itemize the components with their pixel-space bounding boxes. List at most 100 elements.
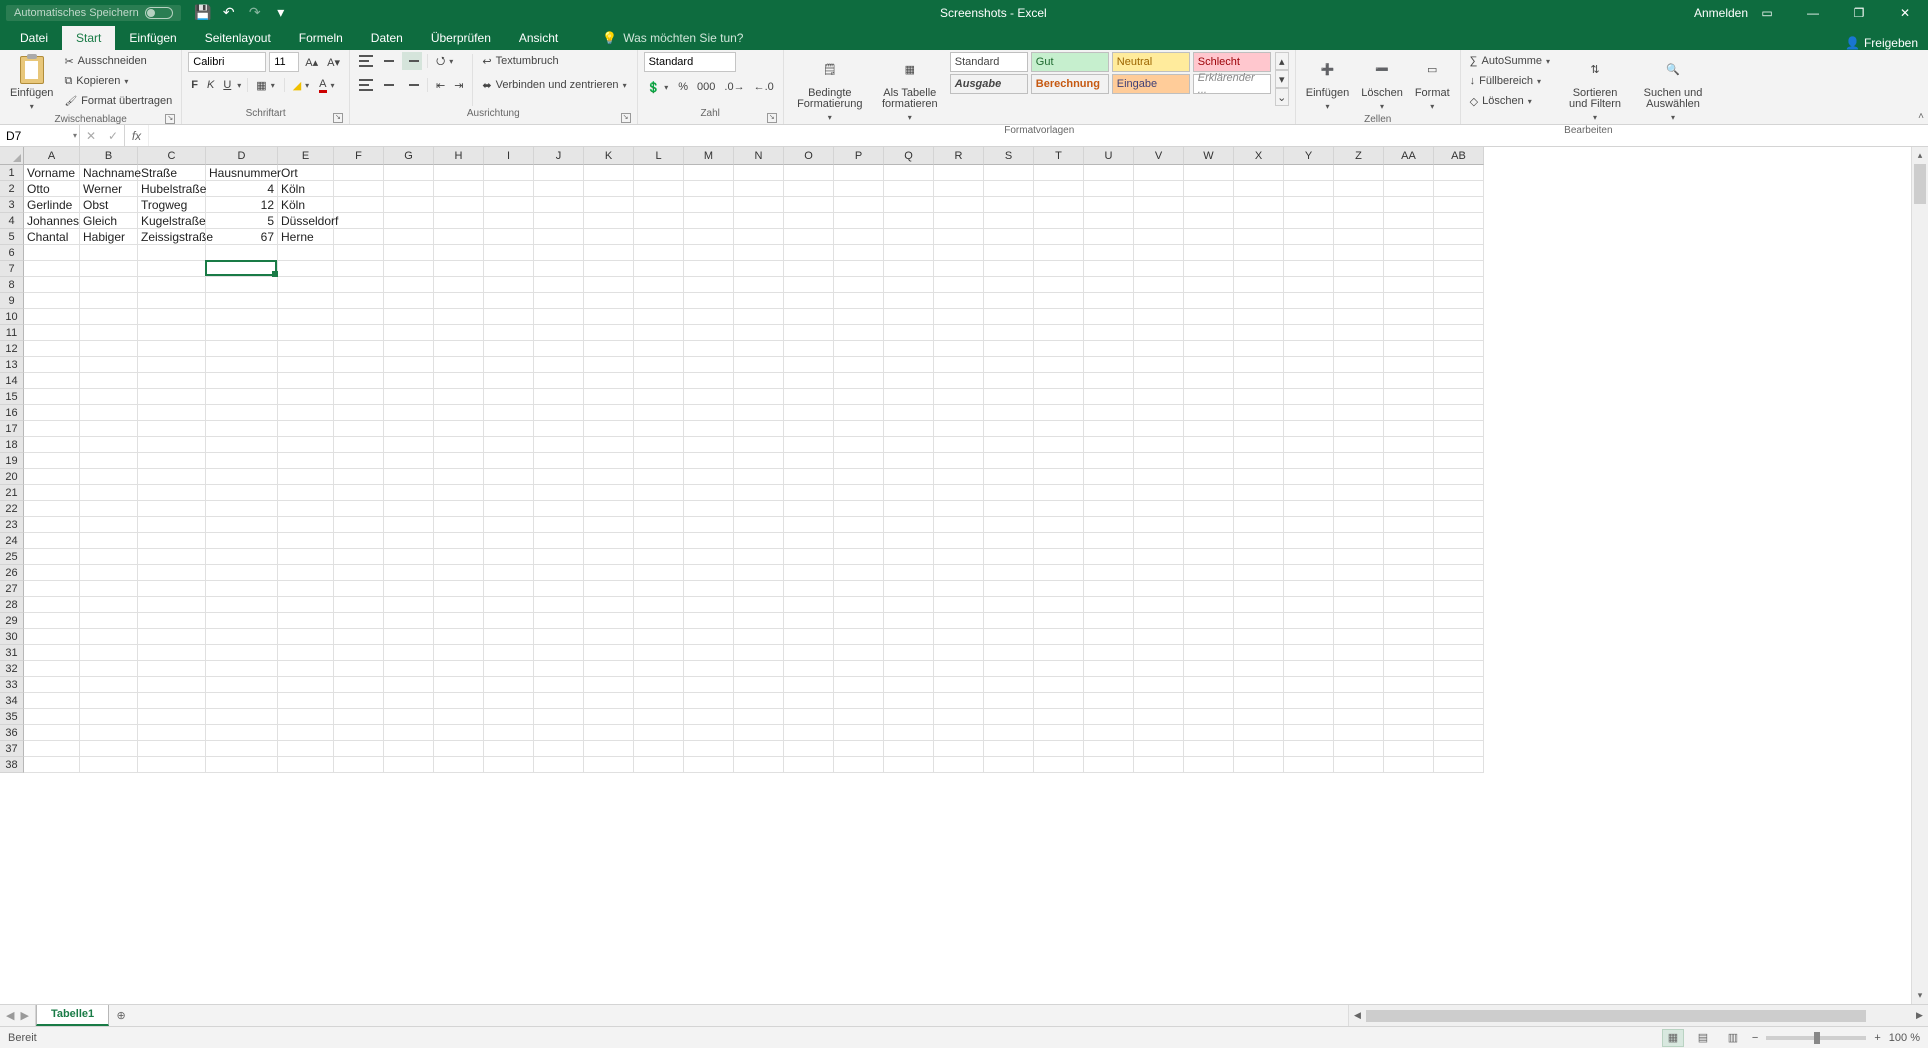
cell[interactable]: Nachname	[80, 165, 138, 181]
cell[interactable]	[80, 629, 138, 645]
cell[interactable]	[884, 373, 934, 389]
cell[interactable]	[734, 229, 784, 245]
cell[interactable]	[1434, 581, 1484, 597]
cell[interactable]	[634, 213, 684, 229]
cell[interactable]	[584, 485, 634, 501]
cell[interactable]	[684, 565, 734, 581]
cell[interactable]	[484, 565, 534, 581]
cell[interactable]	[984, 549, 1034, 565]
cell[interactable]	[1284, 565, 1334, 581]
cell[interactable]	[734, 517, 784, 533]
row-header[interactable]: 4	[0, 213, 24, 229]
cell[interactable]	[1234, 645, 1284, 661]
cell[interactable]	[278, 421, 334, 437]
cell[interactable]	[206, 389, 278, 405]
cell[interactable]	[834, 453, 884, 469]
cell[interactable]	[534, 581, 584, 597]
tab-datei[interactable]: Datei	[6, 26, 62, 50]
cell[interactable]	[1084, 645, 1134, 661]
cell[interactable]	[584, 629, 634, 645]
cell[interactable]	[1284, 453, 1334, 469]
cell[interactable]	[206, 501, 278, 517]
cell[interactable]: Hubelstraße	[138, 181, 206, 197]
cancel-formula-icon[interactable]: ✕	[80, 129, 102, 143]
cell[interactable]	[1284, 181, 1334, 197]
cell[interactable]	[24, 533, 80, 549]
cell[interactable]	[1234, 357, 1284, 373]
cell[interactable]	[80, 341, 138, 357]
cell-style-schlecht[interactable]: Schlecht	[1193, 52, 1271, 72]
cell[interactable]	[1034, 389, 1084, 405]
tab-ansicht[interactable]: Ansicht	[505, 26, 572, 50]
cell[interactable]	[534, 725, 584, 741]
cell[interactable]	[384, 213, 434, 229]
cell[interactable]	[834, 501, 884, 517]
cell[interactable]	[784, 725, 834, 741]
cell[interactable]	[80, 741, 138, 757]
cell[interactable]	[1134, 437, 1184, 453]
row-header[interactable]: 5	[0, 229, 24, 245]
row-header[interactable]: 11	[0, 325, 24, 341]
cell[interactable]	[434, 597, 484, 613]
cell[interactable]	[484, 693, 534, 709]
cell[interactable]	[384, 165, 434, 181]
cell[interactable]	[1084, 469, 1134, 485]
cell[interactable]	[80, 597, 138, 613]
column-header[interactable]: J	[534, 147, 584, 165]
cell[interactable]	[1184, 437, 1234, 453]
cell[interactable]	[534, 293, 584, 309]
cell[interactable]	[784, 229, 834, 245]
cell[interactable]	[1334, 181, 1384, 197]
cell[interactable]	[1084, 181, 1134, 197]
cell[interactable]	[1234, 165, 1284, 181]
cell[interactable]	[1184, 373, 1234, 389]
cell[interactable]	[80, 373, 138, 389]
cell[interactable]	[1034, 741, 1084, 757]
cell[interactable]	[1084, 261, 1134, 277]
cell[interactable]	[1284, 741, 1334, 757]
cell[interactable]	[1184, 341, 1234, 357]
cell[interactable]	[1434, 661, 1484, 677]
cell[interactable]	[784, 677, 834, 693]
cell[interactable]	[934, 405, 984, 421]
cell[interactable]	[278, 485, 334, 501]
cell[interactable]	[1334, 693, 1384, 709]
cell[interactable]	[1034, 629, 1084, 645]
column-header[interactable]: U	[1084, 147, 1134, 165]
cell[interactable]	[484, 325, 534, 341]
cell[interactable]	[934, 725, 984, 741]
cell[interactable]	[1184, 309, 1234, 325]
cell[interactable]	[206, 661, 278, 677]
cell[interactable]	[1434, 293, 1484, 309]
cell[interactable]	[734, 581, 784, 597]
cell[interactable]	[934, 517, 984, 533]
cell[interactable]	[1384, 437, 1434, 453]
cell[interactable]	[684, 357, 734, 373]
cell[interactable]	[278, 453, 334, 469]
cell[interactable]	[884, 229, 934, 245]
cell[interactable]	[24, 309, 80, 325]
cell[interactable]	[1334, 245, 1384, 261]
sheet-nav[interactable]: ◀▶	[0, 1005, 36, 1026]
cell-style-standard[interactable]: Standard	[950, 52, 1028, 72]
cell[interactable]	[1284, 661, 1334, 677]
cell[interactable]	[1334, 757, 1384, 773]
cell[interactable]	[1184, 517, 1234, 533]
cell[interactable]	[984, 389, 1034, 405]
cell[interactable]	[884, 165, 934, 181]
column-header[interactable]: R	[934, 147, 984, 165]
cell[interactable]	[278, 597, 334, 613]
cell[interactable]	[584, 549, 634, 565]
cell[interactable]	[534, 517, 584, 533]
name-box[interactable]: D7 ▾	[0, 125, 80, 146]
row-header[interactable]: 18	[0, 437, 24, 453]
cell[interactable]	[138, 517, 206, 533]
cell[interactable]	[884, 245, 934, 261]
cell[interactable]	[384, 373, 434, 389]
sheet-tab-active[interactable]: Tabelle1	[36, 1005, 109, 1026]
cell[interactable]	[934, 549, 984, 565]
cell[interactable]	[884, 565, 934, 581]
cell[interactable]	[884, 581, 934, 597]
column-header[interactable]: A	[24, 147, 80, 165]
cell[interactable]	[534, 325, 584, 341]
